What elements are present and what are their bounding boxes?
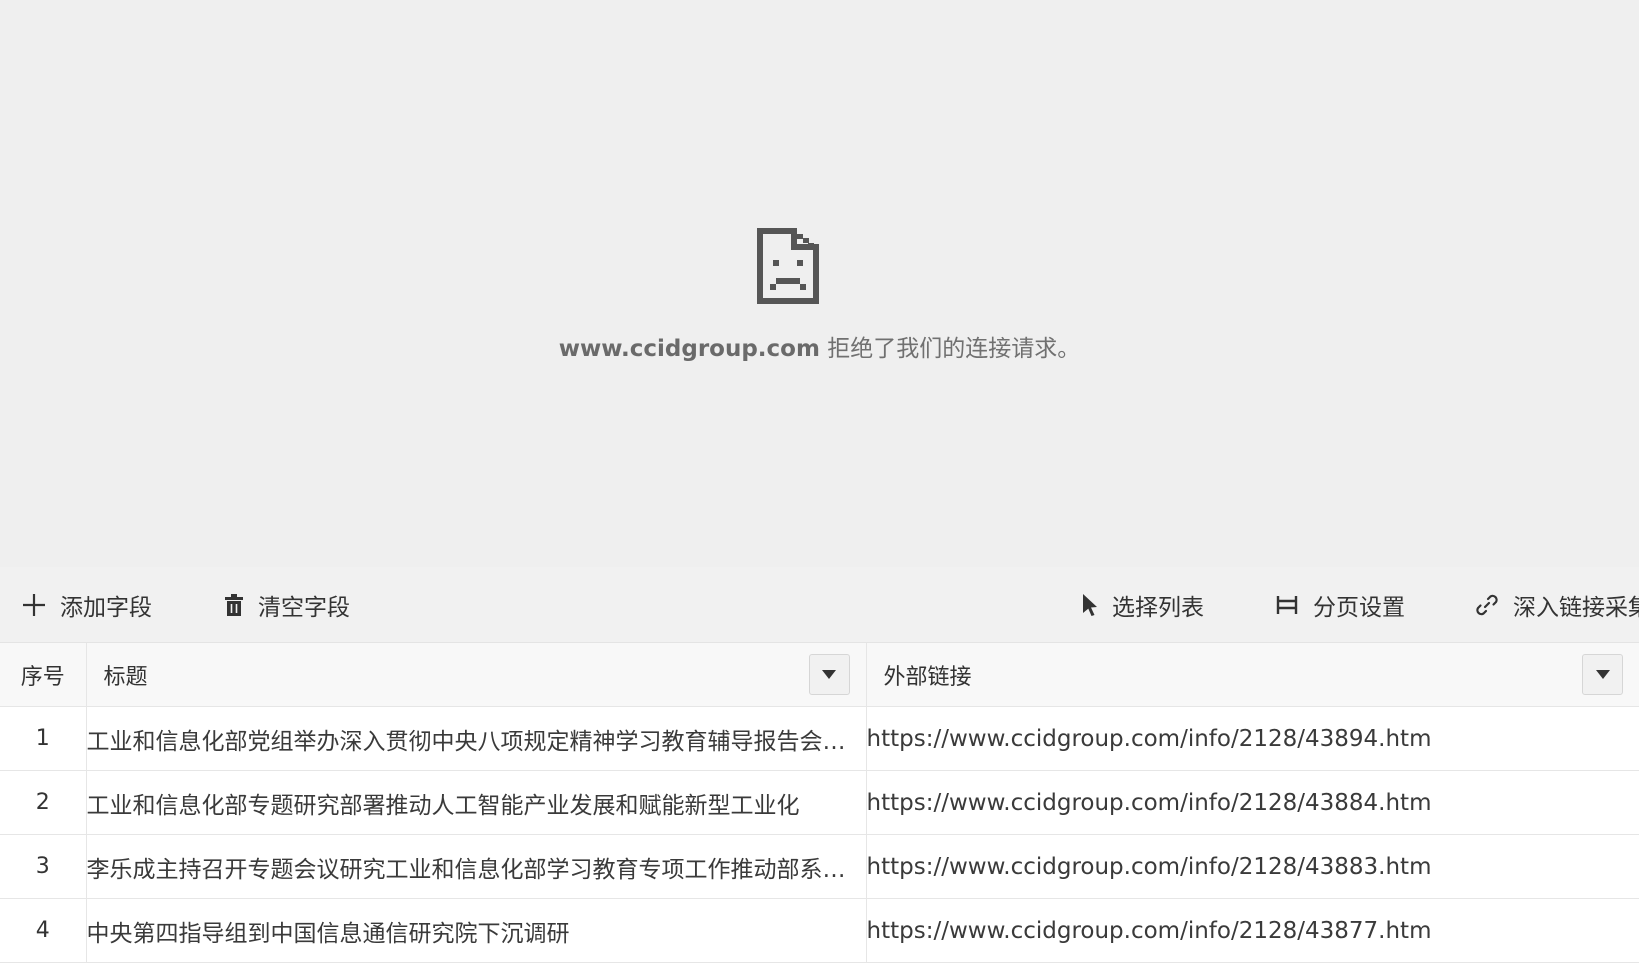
clear-fields-label: 清空字段 bbox=[258, 594, 350, 621]
field-toolbar: 添加字段 清空字段 选择列表 分页设置 深入链接采集 bbox=[0, 567, 1639, 643]
plus-icon bbox=[23, 593, 45, 616]
table-row[interactable]: 3 李乐成主持召开专题会议研究工业和信息化部学习教育专项工作推动部系统深入开展 … bbox=[0, 834, 1639, 899]
error-text: 拒绝了我们的连接请求。 bbox=[819, 336, 1081, 362]
row-link: https://www.ccidgroup.com/info/2128/4388… bbox=[866, 834, 1639, 899]
error-message: www.ccidgroup.com 拒绝了我们的连接请求。 bbox=[0, 329, 1639, 363]
error-host: www.ccidgroup.com bbox=[558, 336, 820, 362]
caret-down-icon bbox=[1595, 670, 1610, 679]
caret-down-icon bbox=[822, 670, 836, 679]
cursor-arrow-icon bbox=[1083, 593, 1097, 616]
table-row[interactable]: 2 工业和信息化部专题研究部署推动人工智能产业发展和赋能新型工业化 https:… bbox=[0, 770, 1639, 835]
header-link-label: 外部链接 bbox=[883, 664, 972, 690]
title-column-dropdown[interactable] bbox=[808, 654, 850, 695]
table-row[interactable]: 4 中央第四指导组到中国信息通信研究院下沉调研 https://www.ccid… bbox=[0, 898, 1639, 963]
row-seq: 1 bbox=[0, 706, 87, 771]
row-link: https://www.ccidgroup.com/info/2128/4389… bbox=[866, 706, 1639, 771]
table-row[interactable]: 1 工业和信息化部党组举办深入贯彻中央八项规定精神学习教育辅导报告会暨局处级干部… bbox=[0, 706, 1639, 771]
data-table: 序号 标题 外部链接 1 工业和信息化部党组举办深入贯彻中央八项规定精神学习教育… bbox=[0, 643, 1639, 963]
add-field-label: 添加字段 bbox=[60, 594, 152, 621]
link-column-dropdown[interactable] bbox=[1582, 654, 1623, 695]
sad-document-icon bbox=[757, 228, 819, 304]
pagination-settings-button[interactable]: 分页设置 bbox=[1275, 567, 1405, 642]
deep-link-crawl-label: 深入链接采集 bbox=[1513, 594, 1639, 621]
select-list-label: 选择列表 bbox=[1112, 594, 1204, 621]
row-seq: 4 bbox=[0, 898, 87, 963]
row-title: 李乐成主持召开专题会议研究工业和信息化部学习教育专项工作推动部系统深入开展 bbox=[86, 834, 867, 899]
table-header-row: 序号 标题 外部链接 bbox=[0, 643, 1639, 707]
row-seq: 3 bbox=[0, 834, 87, 899]
row-link: https://www.ccidgroup.com/info/2128/4388… bbox=[866, 770, 1639, 835]
clear-fields-button[interactable]: 清空字段 bbox=[224, 567, 350, 642]
connection-refused-page: www.ccidgroup.com 拒绝了我们的连接请求。 bbox=[0, 0, 1639, 567]
header-link: 外部链接 bbox=[866, 643, 1639, 707]
select-list-button[interactable]: 选择列表 bbox=[1082, 567, 1204, 642]
header-title: 标题 bbox=[86, 643, 867, 707]
add-field-button[interactable]: 添加字段 bbox=[22, 567, 152, 642]
row-title: 工业和信息化部专题研究部署推动人工智能产业发展和赋能新型工业化 bbox=[86, 770, 867, 835]
row-link: https://www.ccidgroup.com/info/2128/4387… bbox=[866, 898, 1639, 963]
row-title: 工业和信息化部党组举办深入贯彻中央八项规定精神学习教育辅导报告会暨局处级干部读书… bbox=[86, 706, 867, 771]
row-seq: 2 bbox=[0, 770, 87, 835]
deep-link-crawl-button[interactable]: 深入链接采集 bbox=[1475, 567, 1639, 642]
trash-icon bbox=[225, 593, 243, 616]
link-icon bbox=[1476, 594, 1498, 615]
pagination-icon bbox=[1276, 595, 1298, 614]
pagination-settings-label: 分页设置 bbox=[1313, 594, 1405, 621]
header-seq: 序号 bbox=[0, 643, 87, 707]
row-title: 中央第四指导组到中国信息通信研究院下沉调研 bbox=[86, 898, 867, 963]
header-title-label: 标题 bbox=[103, 664, 148, 690]
